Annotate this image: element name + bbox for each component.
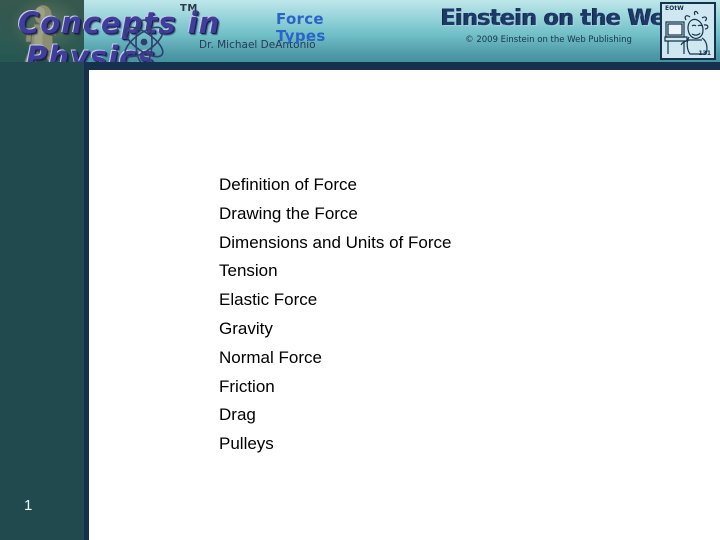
publisher-logo-text: Einstein on the Web: [441, 6, 681, 31]
sidebar-accent-stripe: [84, 62, 89, 540]
list-item: Tension: [219, 261, 278, 281]
list-item: Elastic Force: [219, 290, 318, 310]
thinker-statue-icon: [24, 4, 59, 62]
trademark-symbol: TM: [180, 3, 198, 14]
list-item: Pulleys: [219, 434, 274, 454]
einstein-at-computer-icon: EOtW 131: [660, 2, 716, 60]
page-title: Force Types: [276, 10, 326, 45]
slide-header-banner: Concepts in Physics TM Dr. Michael DeAnt…: [0, 0, 720, 62]
list-item: Drawing the Force: [219, 203, 358, 223]
atom-icon: [124, 19, 164, 62]
list-item: Definition of Force: [219, 175, 357, 194]
slide-root: Concepts in Physics TM Dr. Michael DeAnt…: [0, 0, 720, 540]
list-item: Gravity: [219, 318, 273, 338]
copyright-text: © 2009 Einstein on the Web Publishing: [465, 35, 632, 45]
header-divider-bar: [0, 62, 720, 70]
list-item: Dimensions and Units of Force: [219, 232, 452, 252]
publisher-logo: Einstein on the Web © 2009 Einstein on t…: [441, 6, 681, 52]
left-sidebar: [0, 62, 84, 540]
page-number: 1: [24, 497, 33, 514]
einstein-box-tag: EOtW: [665, 5, 684, 12]
list-item: Normal Force: [219, 347, 322, 367]
topic-list: Definition of Force Drawing the Force Di…: [219, 171, 689, 459]
list-item: Friction: [219, 376, 275, 396]
einstein-box-number: 131: [698, 50, 711, 57]
list-item: Drag: [219, 405, 256, 425]
